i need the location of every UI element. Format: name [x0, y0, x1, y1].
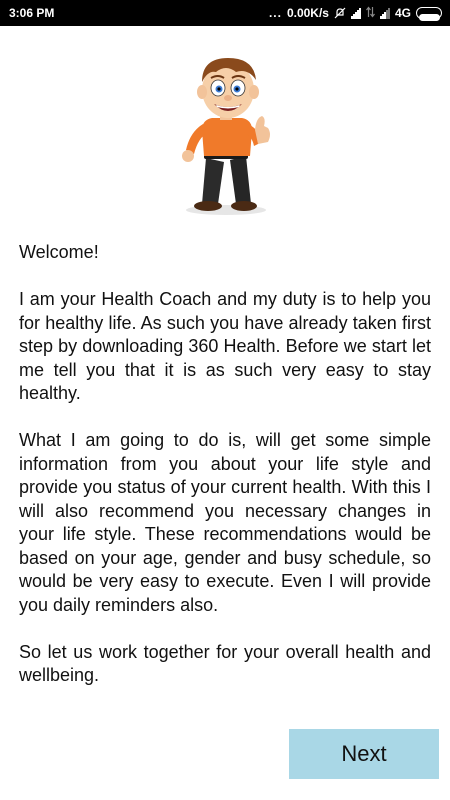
muted-bell-icon	[334, 7, 346, 19]
signal-icon	[350, 7, 361, 19]
signal-icon-2	[379, 7, 390, 19]
network-speed: 0.00K/s	[286, 6, 329, 20]
network-type: 4G	[394, 6, 411, 20]
closing-paragraph: So let us work together for your overall…	[19, 641, 431, 686]
status-dots: ...	[268, 6, 282, 20]
welcome-content: Welcome! I am your Health Coach and my d…	[19, 241, 431, 711]
coach-mascot-icon	[172, 46, 280, 218]
welcome-heading: Welcome!	[19, 242, 99, 262]
data-transfer-icon	[366, 6, 375, 21]
status-bar: 3:06 PM ... 0.00K/s 4G	[0, 0, 450, 26]
intro-paragraph: I am your Health Coach and my duty is to…	[19, 289, 431, 403]
next-button[interactable]: Next	[289, 729, 439, 779]
battery-icon	[416, 7, 442, 21]
status-time: 3:06 PM	[9, 6, 55, 20]
plan-paragraph: What I am going to do is, will get some …	[19, 430, 431, 615]
